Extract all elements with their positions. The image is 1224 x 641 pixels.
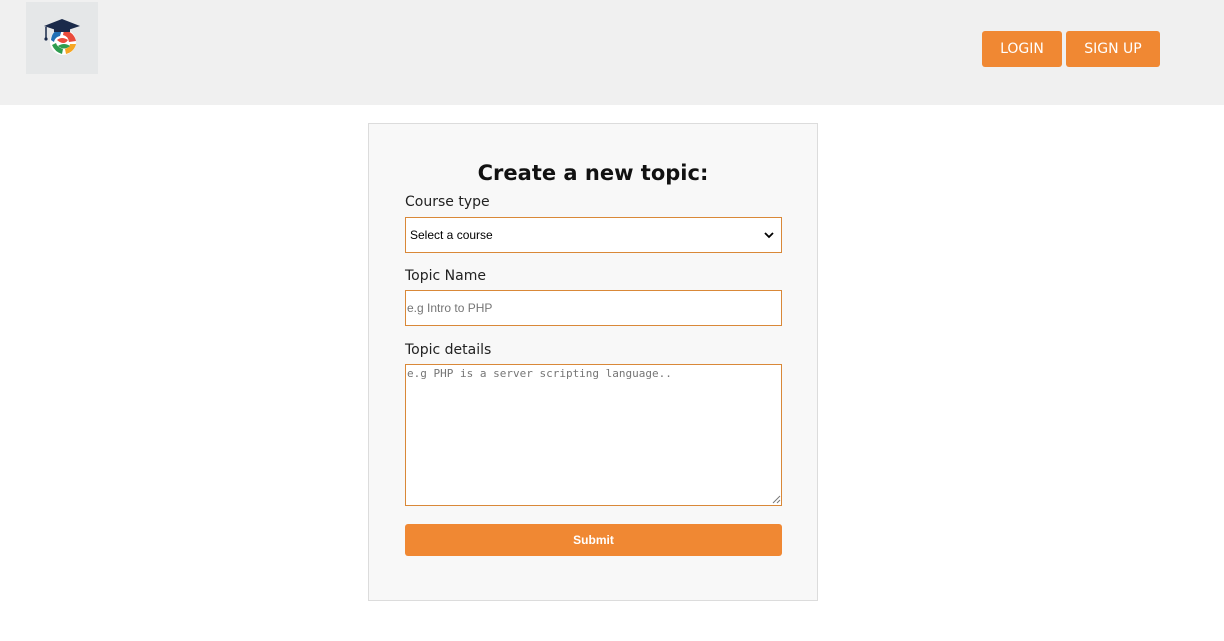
course-type-label: Course type [405, 194, 490, 210]
chevron-down-icon [764, 232, 774, 239]
course-select-value: Select a course [410, 228, 493, 242]
submit-button[interactable]: Submit [405, 524, 782, 556]
topic-name-label: Topic Name [405, 268, 486, 284]
top-header: LOGIN SIGN UP [0, 0, 1224, 105]
site-logo[interactable] [26, 2, 98, 74]
course-type-select[interactable]: Select a course [405, 217, 782, 253]
login-button[interactable]: LOGIN [982, 31, 1062, 67]
topic-details-label: Topic details [405, 342, 492, 358]
resize-grip-icon[interactable] [771, 494, 781, 504]
create-topic-form: Create a new topic: Course type Select a… [368, 123, 818, 601]
form-title: Create a new topic: [477, 161, 709, 185]
topic-name-input[interactable] [405, 290, 782, 326]
graduation-cap-globe-icon [44, 19, 80, 55]
signup-button[interactable]: SIGN UP [1066, 31, 1160, 67]
topic-details-textarea[interactable] [405, 364, 782, 506]
